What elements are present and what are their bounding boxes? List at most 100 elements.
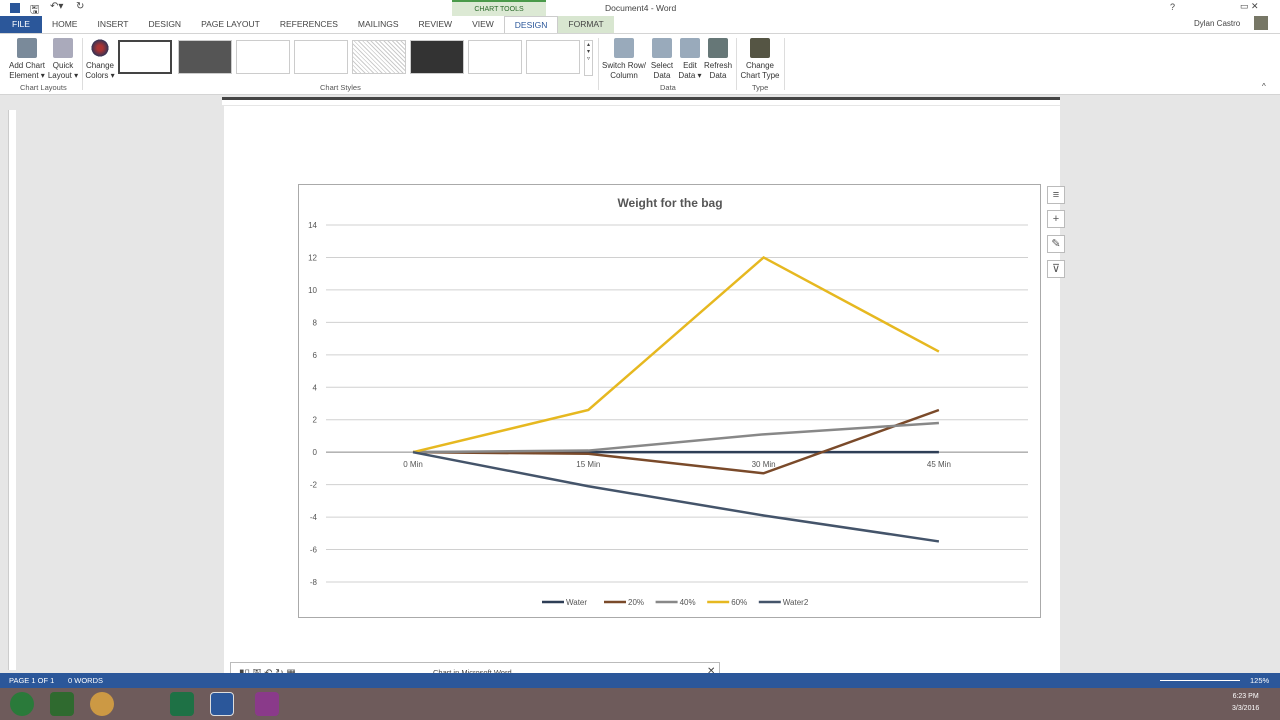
chart-tools-label: CHART TOOLS [452,0,546,16]
group-label: Data [660,83,676,92]
label: Data [653,71,671,80]
quick-layout-button[interactable]: Quick Layout ▾ [46,38,80,81]
collapse-ribbon-icon[interactable]: ^ [1262,82,1266,91]
edit-data-button[interactable]: Edit Data ▾ [676,38,704,81]
label: Change [85,61,115,70]
label: Quick [52,61,74,70]
vertical-ruler[interactable] [8,110,16,670]
group-label: Type [752,83,769,92]
y-tick-label: 10 [308,286,317,295]
legend-label[interactable]: 60% [731,598,747,607]
help-icon[interactable]: ? [1170,2,1175,12]
label: Chart Type [740,71,780,80]
label: Add Chart [8,61,46,70]
y-tick-label: 8 [313,318,318,327]
label: Change [745,61,775,70]
refresh-data-icon [708,38,728,58]
y-tick-label: 6 [313,351,318,360]
window-title: Document4 - Word [605,3,677,13]
redo-icon[interactable]: ↻ [76,1,84,12]
styles-scroll[interactable]: ▴ ▾ ▿ [584,40,593,76]
chart-elements-button[interactable]: + [1047,210,1065,228]
tab-insert[interactable]: INSERT [87,16,138,33]
divider [82,38,83,90]
chart-style-6[interactable] [410,40,464,74]
switch-icon [614,38,634,58]
refresh-data-button[interactable]: Refresh Data [704,38,732,81]
y-tick-label: 14 [308,221,317,230]
label: Column [610,71,638,80]
chart-style-7[interactable] [468,40,522,74]
switch-row-column-button[interactable]: Switch Row/Column [600,38,648,81]
legend-label[interactable]: 40% [680,598,696,607]
layout-options-button[interactable]: ≡ [1047,186,1065,204]
label: Select [650,61,674,70]
save-icon[interactable]: 🖫 [30,1,39,20]
legend-label[interactable]: 20% [628,598,644,607]
select-data-icon [652,38,672,58]
x-tick-label: 45 Min [927,460,951,469]
y-tick-label: -6 [310,546,318,555]
chart-style-1[interactable] [118,40,172,74]
label: Layout ▾ [47,71,79,80]
edit-data-icon [680,38,700,58]
chart-area[interactable]: Weight for the bag 14 12 10 8 6 4 2 0 -2 -4 -6 -8 0 M… [298,184,1041,618]
word-count[interactable]: 0 WORDS [68,673,103,688]
tab-review[interactable]: REVIEW [409,16,463,33]
clock[interactable]: 6:23 PM 3/3/2016 [1232,691,1259,715]
tab-chart-format[interactable]: FORMAT [558,16,614,33]
tab-design[interactable]: DESIGN [138,16,191,33]
avatar[interactable] [1254,16,1268,30]
chart-style-5[interactable] [352,40,406,74]
y-tick-label: 12 [308,253,317,262]
word-icon[interactable] [210,692,234,716]
label: Edit [683,61,697,70]
y-tick-label: -2 [310,481,318,490]
add-chart-element-button[interactable]: Add Chart Element ▾ [6,38,48,81]
palette-icon [90,38,110,58]
divider [784,38,785,90]
chart-style-2[interactable] [178,40,232,74]
undo-icon[interactable]: ↶▾ [50,1,63,12]
chart-style-8[interactable] [526,40,580,74]
chart-title: Weight for the bag [617,196,722,210]
tab-mailings[interactable]: MAILINGS [348,16,409,33]
chrome-icon[interactable] [90,692,114,716]
ribbon: Add Chart Element ▾ Quick Layout ▾ Chart L… [0,33,1280,95]
app-icon[interactable] [50,692,74,716]
title-bar: 🖫 ↶▾ ↻ CHART TOOLS Document4 - Word Dyla… [0,0,1280,30]
user-name[interactable]: Dylan Castro [1192,19,1243,28]
chart-filters-button[interactable]: ⊽ [1047,260,1065,278]
page-count[interactable]: PAGE 1 OF 1 [9,673,54,688]
tab-home[interactable]: HOME [42,16,88,33]
legend-label[interactable]: Water [566,598,587,607]
tab-view[interactable]: VIEW [462,16,504,33]
window-controls-icon[interactable]: ▭ ✕ [1240,1,1259,12]
zoom-level[interactable]: 125% [1250,673,1269,688]
label: Switch Row/ [601,61,646,70]
start-icon[interactable] [10,692,34,716]
word-icon [10,3,20,13]
chart-styles-brush-button[interactable]: ✎ [1047,235,1065,253]
chart-style-3[interactable] [236,40,290,74]
legend-label[interactable]: Water2 [783,598,809,607]
y-tick-label: -4 [310,513,318,522]
change-chart-type-button[interactable]: Change Chart Type [738,38,782,81]
select-data-button[interactable]: Select Data [648,38,676,81]
tab-page-layout[interactable]: PAGE LAYOUT [191,16,270,33]
tab-chart-design[interactable]: DESIGN [503,16,559,33]
chart-style-4[interactable] [294,40,348,74]
horizontal-ruler[interactable] [222,97,1060,105]
series-line-Water2[interactable] [412,450,940,543]
group-label: Chart Layouts [20,83,67,92]
x-tick-label: 0 Min [403,460,423,469]
excel-icon[interactable] [170,692,194,716]
y-tick-label: 2 [313,416,318,425]
app-icon[interactable] [255,692,279,716]
change-colors-button[interactable]: Change Colors ▾ [84,38,116,81]
label: Element ▾ [9,71,45,80]
taskbar: 6:23 PM 3/3/2016 [0,688,1280,720]
tab-references[interactable]: REFERENCES [270,16,348,33]
zoom-slider[interactable] [1160,680,1240,681]
y-tick-label: 4 [313,383,318,392]
